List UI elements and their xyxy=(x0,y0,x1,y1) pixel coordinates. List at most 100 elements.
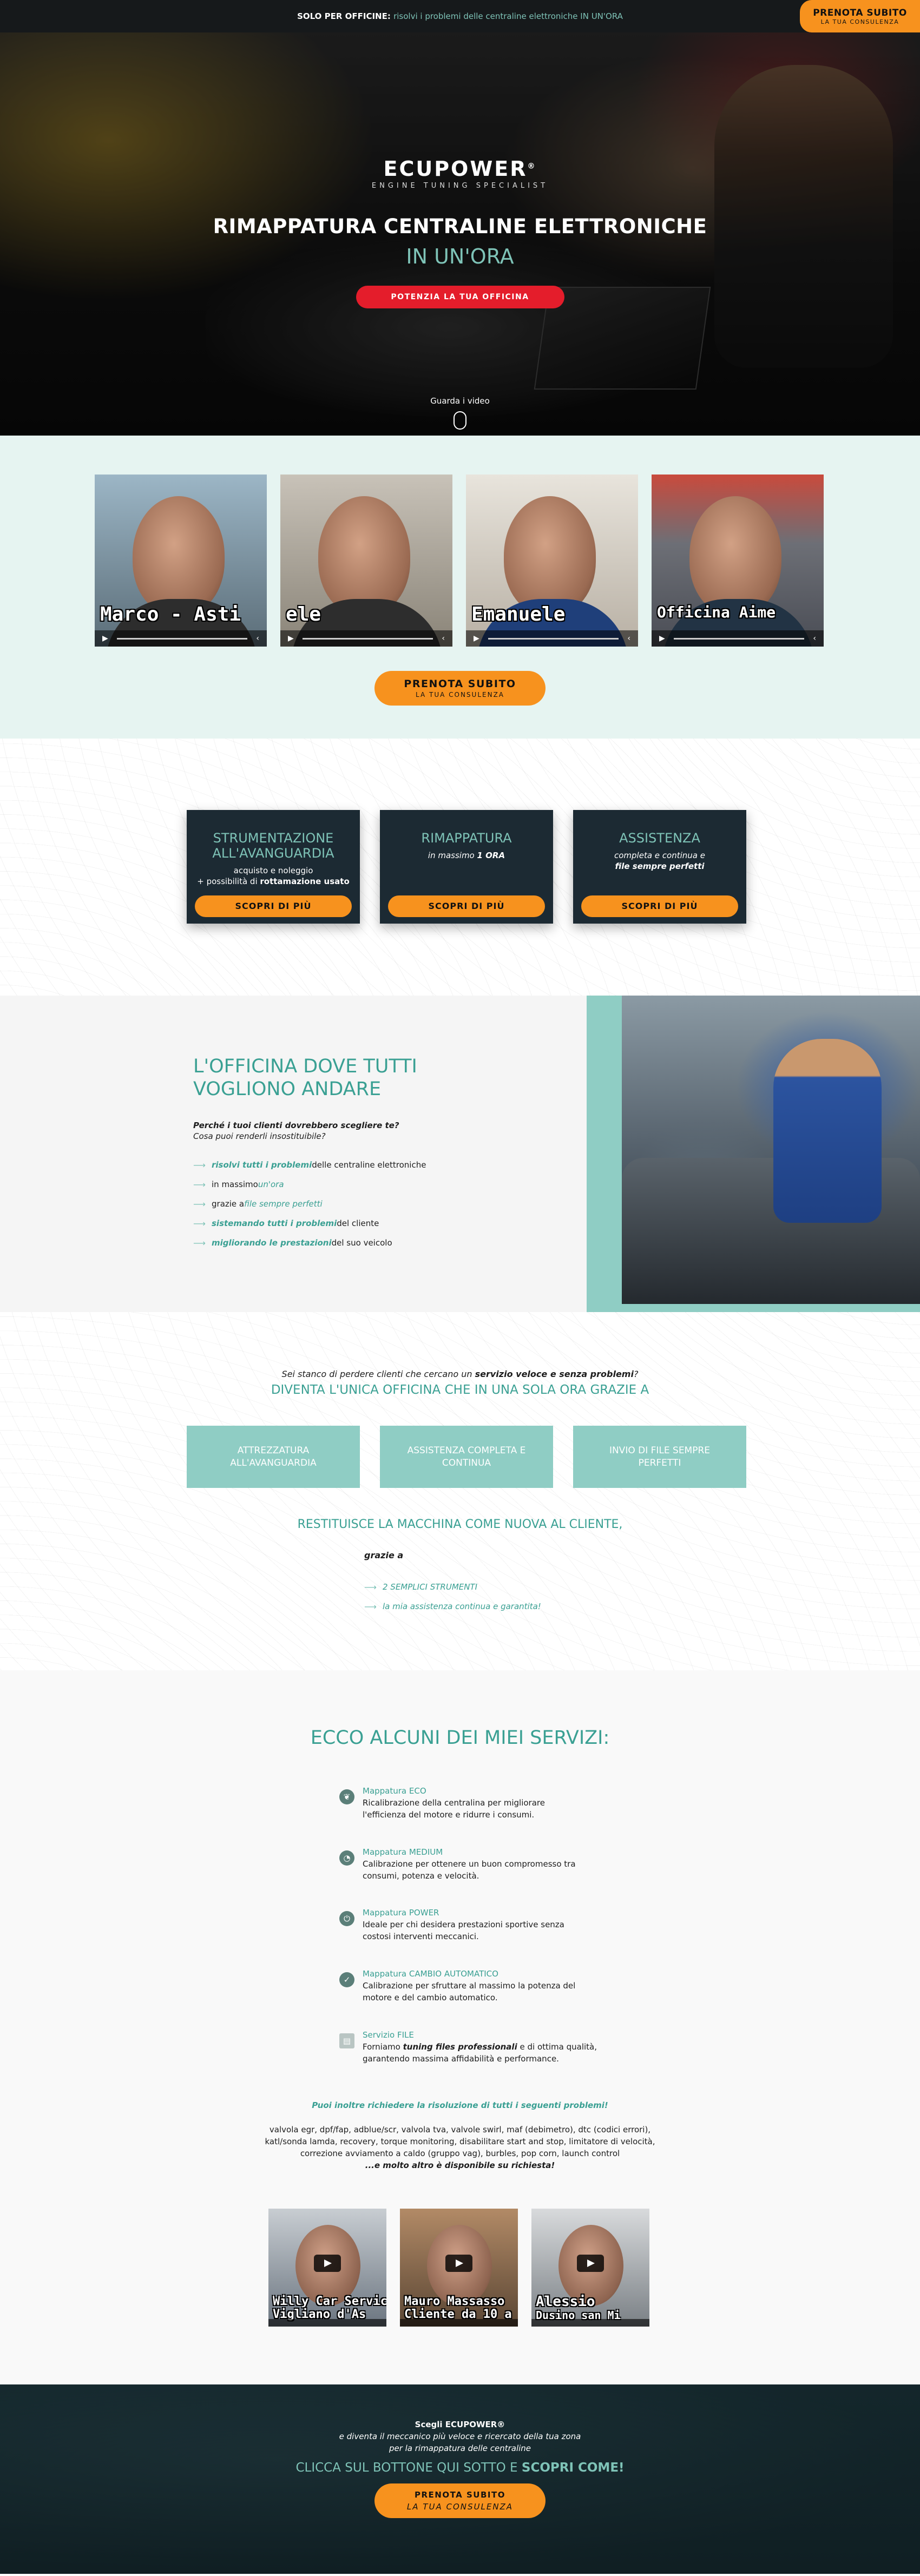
service-card-assistenza: ASSISTENZA completa e continua e file sem… xyxy=(573,810,746,924)
testimonial-video[interactable]: Alessio Dusino san Mi xyxy=(531,2209,649,2327)
gauge-icon: ◔ xyxy=(339,1850,354,1866)
arrow-right-icon: ⟶ xyxy=(364,1601,377,1612)
file-icon: ▤ xyxy=(339,2033,354,2048)
card-description: acquisto e noleggio + possibilità di rott… xyxy=(197,866,350,886)
stanco-section: Sei stanco di perdere clienti che cercan… xyxy=(0,1312,920,1670)
hero-title: RIMAPPATURA CENTRALINE ELETTRONICHE xyxy=(213,215,707,238)
card-title: RIMAPPATURA xyxy=(421,831,512,846)
list-item: ⟶ sistemando tutti i problemi del cliente xyxy=(193,1218,379,1229)
arrow-right-icon: ⟶ xyxy=(193,1198,206,1209)
testimonial-video[interactable]: Mauro Massasso Cliente da 10 a xyxy=(400,2209,518,2327)
testimonial-video[interactable]: ele ▶ ‹ xyxy=(280,475,452,647)
card-description: in massimo 1 ORA xyxy=(428,851,505,860)
officina-title: L'OFFICINA DOVE TUTTI VOGLIONO ANDARE xyxy=(193,1056,417,1100)
services-title: ECCO ALCUNI DEI MIEI SERVIZI: xyxy=(310,1727,610,1749)
top-book-button[interactable]: PRENOTA SUBITO LA TUA CONSULENZA xyxy=(800,0,920,32)
discover-more-button[interactable]: SCOPRI DI PIÙ xyxy=(388,895,545,917)
feature-card-file: INVIO DI FILE SEMPRE PERFETTI xyxy=(573,1426,746,1488)
list-item: ⟶ la mia assistenza continua e garantita! xyxy=(364,1601,541,1612)
video-gallery: Willy Car Service Vigliano d'As Mauro Mas… xyxy=(268,2209,649,2327)
hero-subtitle: IN UN'ORA xyxy=(406,245,514,268)
video-thumbnail-face xyxy=(318,496,410,615)
fullscreen-icon[interactable]: ‹ xyxy=(627,634,630,643)
arrow-right-icon: ⟶ xyxy=(193,1179,206,1190)
play-icon[interactable] xyxy=(314,2255,341,2272)
footer-cta-section: Scegli ECUPOWER® e diventa il meccanico … xyxy=(0,2384,920,2574)
stanco-question: Sei stanco di perdere clienti che cercan… xyxy=(281,1369,639,1379)
footer-book-button[interactable]: PRENOTA SUBITO LA TUA CONSULENZA xyxy=(374,2483,546,2518)
leaf-icon: ❦ xyxy=(339,1789,354,1804)
list-item: ⟶ grazie a file sempre perfetti xyxy=(193,1198,323,1209)
brand-logo: ECUPOWER® xyxy=(383,157,537,181)
video-caption: ele xyxy=(286,603,321,625)
fullscreen-icon[interactable]: ‹ xyxy=(256,634,259,643)
list-item: ⟶ 2 SEMPLICI STRUMENTI xyxy=(364,1582,478,1592)
testimonial-video[interactable]: Emanuele ▶ ‹ xyxy=(466,475,638,647)
footer-text-line: e diventa il meccanico più veloce e rice… xyxy=(339,2432,581,2441)
top-bar-prefix: SOLO PER OFFICINE: xyxy=(297,11,391,21)
video-controls[interactable]: ▶ ‹ xyxy=(466,630,638,647)
testimonial-video[interactable]: Officina Aime ▶ ‹ xyxy=(652,475,824,647)
grazie-list: ⟶ 2 SEMPLICI STRUMENTI ⟶ la mia assistenza… xyxy=(364,1577,541,1616)
list-item: ⟶ risolvi tutti i problemi delle centrali… xyxy=(193,1159,426,1170)
fullscreen-icon[interactable]: ‹ xyxy=(813,634,816,643)
service-item-medium: ◔ Mappatura MEDIUM Calibrazione per otten… xyxy=(339,1846,599,1882)
video-controls[interactable]: ▶ ‹ xyxy=(95,630,267,647)
video-caption: Willy Car Service Vigliano d'As xyxy=(273,2295,386,2321)
top-bar: SOLO PER OFFICINE: risolvi i problemi de… xyxy=(0,0,920,32)
video-progress-bar[interactable] xyxy=(116,637,248,640)
footer-brand-line: Scegli ECUPOWER® xyxy=(415,2420,505,2429)
video-caption: Mauro Massasso Cliente da 10 a xyxy=(404,2295,512,2321)
check-icon: ✓ xyxy=(339,1972,354,1987)
play-icon[interactable]: ▶ xyxy=(474,634,479,643)
restituisce-headline: RESTITUISCE LA MACCHINA COME NUOVA AL CL… xyxy=(297,1518,623,1531)
grazie-label: grazie a xyxy=(364,1550,404,1560)
testimonial-videos: Marco - Asti ▶ ‹ ele ▶ ‹ Emanuele ▶ ‹ Offic… xyxy=(95,475,824,647)
service-item-file: ▤ Servizio FILE Forniamo tuning files pro… xyxy=(339,2029,599,2065)
video-progress-bar[interactable] xyxy=(302,637,433,640)
testimonial-video[interactable]: Willy Car Service Vigliano d'As xyxy=(268,2209,386,2327)
service-item-eco: ❦ Mappatura ECO Ricalibrazione della cent… xyxy=(339,1785,599,1821)
play-icon[interactable] xyxy=(577,2255,604,2272)
discover-more-button[interactable]: SCOPRI DI PIÙ xyxy=(581,895,738,917)
video-controls[interactable]: ▶ ‹ xyxy=(280,630,452,647)
video-progress-bar[interactable] xyxy=(488,637,619,640)
service-cards-section: STRUMENTAZIONE ALL'AVANGUARDIA acquisto e… xyxy=(0,739,920,996)
testimonials-section: Marco - Asti ▶ ‹ ele ▶ ‹ Emanuele ▶ ‹ Offic… xyxy=(0,436,920,739)
top-bar-highlight: risolvi i problemi delle centraline elet… xyxy=(393,11,623,21)
hero-section: ECUPOWER® ENGINE TUNING SPECIALIST RIMAP… xyxy=(0,32,920,436)
arrow-right-icon: ⟶ xyxy=(364,1582,377,1592)
mechanic-photo xyxy=(622,996,920,1304)
footer-headline: CLICCA SUL BOTTONE QUI SOTTO E SCOPRI CO… xyxy=(295,2461,625,2475)
testimonial-video[interactable]: Marco - Asti ▶ ‹ xyxy=(95,475,267,647)
hero-cta-button[interactable]: POTENZIA LA TUA OFFICINA xyxy=(356,286,564,308)
problems-list: valvola egr, dpf/fap, adblue/scr, valvol… xyxy=(265,2125,655,2170)
service-card-rimappatura: RIMAPPATURA in massimo 1 ORA SCOPRI DI P… xyxy=(380,810,553,924)
feature-card-assistenza: ASSISTENZA COMPLETA E CONTINUA xyxy=(380,1426,553,1488)
services-section: ECCO ALCUNI DEI MIEI SERVIZI: ❦ Mappatur… xyxy=(0,1670,920,2384)
officina-question: Perché i tuoi clienti dovrebbero sceglie… xyxy=(193,1121,399,1141)
play-icon[interactable]: ▶ xyxy=(288,634,294,643)
arrow-right-icon: ⟶ xyxy=(193,1159,206,1170)
play-icon[interactable]: ▶ xyxy=(659,634,665,643)
video-controls[interactable]: ▶ ‹ xyxy=(652,630,824,647)
card-description: completa e continua e file sempre perfett… xyxy=(614,851,705,871)
book-consultation-button[interactable]: PRENOTA SUBITO LA TUA CONSULENZA xyxy=(374,671,546,706)
video-thumbnail-face xyxy=(689,496,781,615)
play-icon[interactable] xyxy=(445,2255,472,2272)
list-item: ⟶ migliorando le prestazioni del suo veic… xyxy=(193,1237,392,1248)
officina-section: L'OFFICINA DOVE TUTTI VOGLIONO ANDARE Per… xyxy=(0,996,920,1312)
fullscreen-icon[interactable]: ‹ xyxy=(442,634,445,643)
video-progress-bar[interactable] xyxy=(673,637,805,640)
list-item: ⟶ in massimo un'ora xyxy=(193,1179,284,1190)
video-caption: Alessio Dusino san Mi xyxy=(536,2294,621,2322)
video-thumbnail-face xyxy=(133,496,225,615)
video-thumbnail-face xyxy=(504,496,596,615)
scroll-mouse-icon[interactable] xyxy=(454,411,466,430)
discover-more-button[interactable]: SCOPRI DI PIÙ xyxy=(195,895,352,917)
play-icon[interactable]: ▶ xyxy=(102,634,108,643)
watch-videos-label: Guarda i video xyxy=(430,396,490,406)
card-title: ASSISTENZA xyxy=(619,831,700,846)
video-caption: Officina Aime xyxy=(657,603,776,621)
video-caption: Emanuele xyxy=(471,603,566,625)
